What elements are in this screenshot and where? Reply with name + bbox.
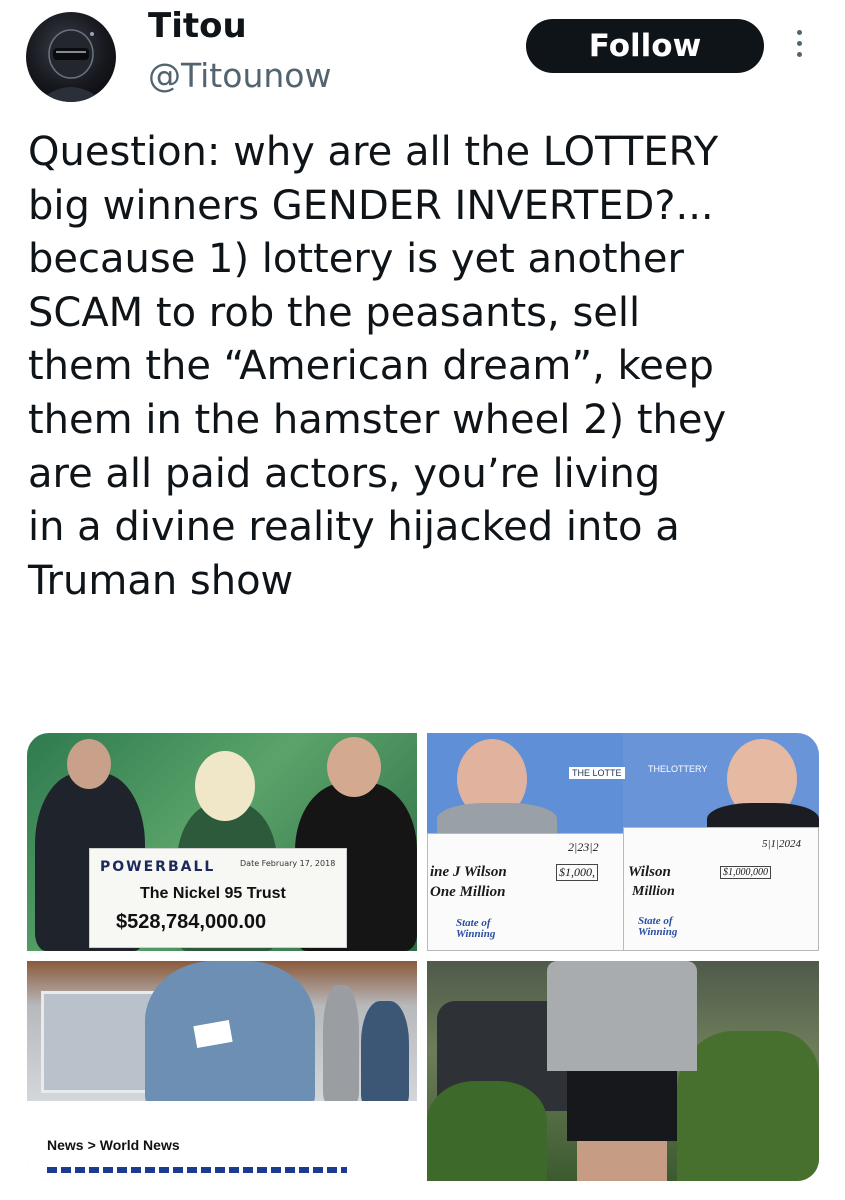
tweet-line: Question: why are all the LOTTERY	[28, 129, 719, 175]
check-right-amount: $1,000,000	[720, 866, 771, 879]
check-payee: The Nickel 95 Trust	[140, 885, 286, 902]
avatar-icon	[38, 29, 104, 102]
tweet-line: because 1) lottery is yet another	[28, 236, 684, 283]
breadcrumb-separator-icon: >	[87, 1137, 96, 1153]
man-legs	[577, 1141, 667, 1181]
check-left-amount: $1,000,	[556, 864, 598, 881]
media-image-man-walking[interactable]	[427, 961, 819, 1181]
tweet-text: Question: why are all the LOTTERY big wi…	[28, 126, 828, 608]
check-right-date: 5|1|2024	[762, 838, 802, 850]
check-right-name: Wilson	[628, 864, 671, 880]
tweet-line: Truman show	[28, 557, 294, 604]
follow-button[interactable]: Follow	[526, 19, 764, 73]
check-left-name: ine J Wilson	[430, 864, 507, 880]
author-avatar[interactable]	[26, 12, 116, 102]
check-right: 5|1|2024 Wilson $1,000,000 Million State…	[623, 827, 819, 951]
foliage-left	[427, 1081, 547, 1181]
state-of-winning-left: State of Winning	[456, 917, 496, 940]
check-date: Date February 17, 2018	[240, 859, 336, 868]
author-display-name[interactable]: Titou	[148, 6, 247, 46]
breadcrumb-world-news-link[interactable]: World News	[100, 1137, 180, 1153]
man-shorts	[567, 1071, 677, 1141]
headline-cutoff	[47, 1167, 347, 1173]
check-amount: $528,784,000.00	[116, 911, 267, 933]
check-right-words: Million	[632, 884, 675, 899]
media-image-powerball-winners[interactable]: POWERBALL Date February 17, 2018 The Nic…	[27, 733, 417, 951]
powerball-check: POWERBALL Date February 17, 2018 The Nic…	[89, 848, 347, 948]
tweet-line: SCAM to rob the peasants, sell	[28, 289, 641, 336]
media-image-lottery-checks[interactable]: THE LOTTE THELOTTERY 2|23|2 ine J Wilson…	[427, 733, 819, 951]
person-center-head	[195, 751, 255, 821]
news-caption-bar: News > World News	[27, 1101, 417, 1181]
tweet-line: them the “American dream”, keep	[28, 343, 714, 390]
tweet-line: big winners GENDER INVERTED?...	[28, 182, 714, 229]
man-shirt	[547, 961, 697, 1071]
author-handle[interactable]: @Titounow	[148, 56, 331, 96]
lottery-sign-left: THE LOTTE	[569, 767, 625, 779]
foliage-right	[677, 1031, 819, 1181]
lottery-sign-right: THELOTTERY	[648, 764, 708, 774]
powerball-logo: POWERBALL	[100, 859, 216, 875]
man-far-right-figure	[361, 1001, 409, 1105]
breadcrumb: News > World News	[47, 1137, 180, 1153]
person-right-head	[327, 737, 381, 797]
tweet-line: are all paid actors, you’re living	[28, 450, 661, 497]
tweet-line: in a divine reality hijacked into a	[28, 504, 680, 551]
more-options-icon[interactable]	[790, 30, 808, 62]
breadcrumb-news-link[interactable]: News	[47, 1137, 84, 1153]
person-left-head	[67, 739, 111, 789]
man-right-figure	[323, 985, 359, 1103]
check-left-date: 2|23|2	[568, 840, 599, 854]
check-left-words: One Million	[430, 884, 506, 900]
check-left: 2|23|2 ine J Wilson $1,000, One Million …	[427, 833, 627, 951]
media-grid: POWERBALL Date February 17, 2018 The Nic…	[27, 733, 819, 1181]
tweet-line: them in the hamster wheel 2) they	[28, 396, 727, 443]
state-of-winning-right: State of Winning	[638, 915, 678, 938]
media-image-news-article[interactable]: News > World News	[27, 961, 417, 1181]
